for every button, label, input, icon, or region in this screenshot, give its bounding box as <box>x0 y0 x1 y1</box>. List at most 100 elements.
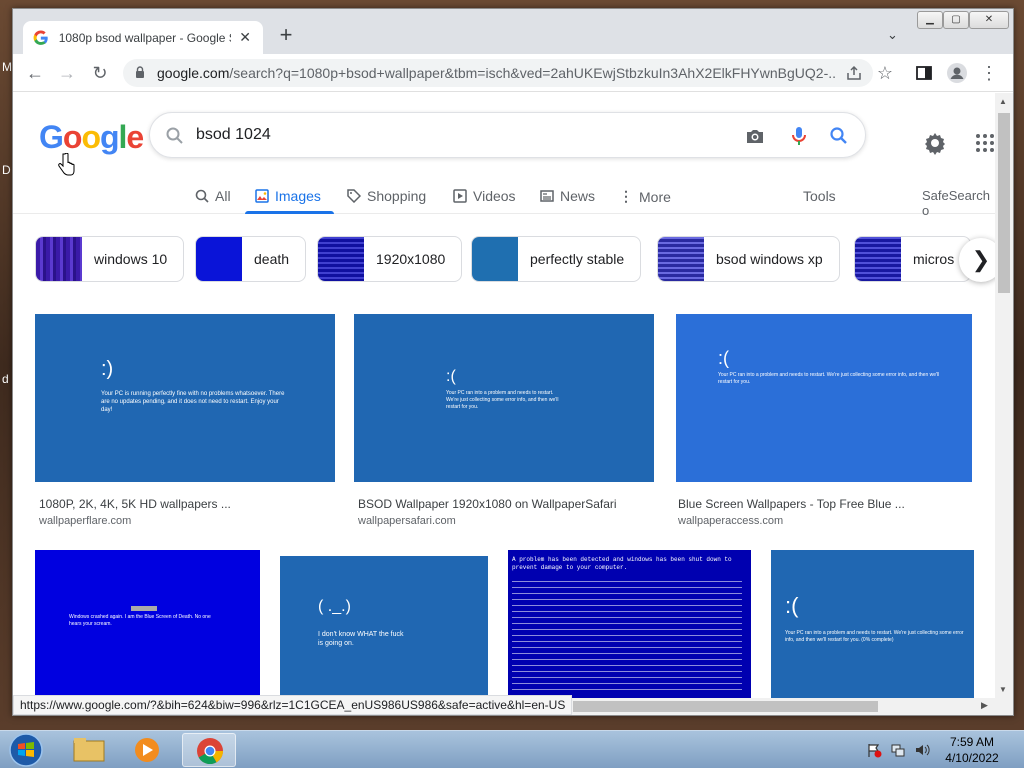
desktop-icon-label[interactable]: D <box>2 163 11 177</box>
vertical-scrollbar[interactable]: ▲ ▼ <box>995 93 1013 698</box>
lock-icon[interactable] <box>135 66 145 78</box>
desktop-icon-label[interactable]: d <box>2 372 9 386</box>
tab-images[interactable]: Images <box>255 188 321 204</box>
back-arrow-icon[interactable]: ← <box>23 61 47 85</box>
settings-gear-icon[interactable] <box>923 131 947 155</box>
play-icon <box>453 189 467 203</box>
tab-all[interactable]: All <box>195 188 231 204</box>
bsod-message: A problem has been detected and windows … <box>512 556 732 571</box>
more-icon: ⋮ <box>619 188 633 204</box>
side-panel-icon[interactable] <box>916 66 932 80</box>
active-tab-indicator <box>245 211 334 214</box>
result-source[interactable]: wallpaperflare.com <box>39 515 131 527</box>
scrollbar-thumb[interactable] <box>573 701 878 712</box>
bookmark-star-icon[interactable]: ☆ <box>873 61 897 85</box>
result-source[interactable]: wallpaperaccess.com <box>678 515 783 527</box>
share-icon[interactable] <box>846 65 862 81</box>
new-tab-icon[interactable]: + <box>275 24 297 47</box>
tab-search-chevron-icon[interactable]: ⌄ <box>887 27 903 43</box>
chip-label: perfectly stable <box>530 251 625 267</box>
chip-death[interactable]: death <box>195 236 307 282</box>
chip-perfectly-stable[interactable]: perfectly stable <box>471 236 642 282</box>
tab-more[interactable]: ⋮ More <box>619 188 671 205</box>
chip-thumbnail <box>658 237 704 281</box>
tools-button[interactable]: Tools <box>803 188 836 204</box>
image-result[interactable]: :( Your PC ran into a problem and needs … <box>354 314 654 534</box>
tab-shopping[interactable]: Shopping <box>347 188 426 204</box>
image-result[interactable]: ( ._.) I don't know WHAT the fuck is goi… <box>280 556 488 698</box>
camera-icon[interactable] <box>744 125 766 147</box>
bsod-header-bar <box>131 606 157 611</box>
tab-strip: 1080p bsod wallpaper - Google S ✕ + ⌄ ▁ … <box>13 9 1013 54</box>
minimize-button[interactable]: ▁ <box>917 11 943 29</box>
result-title[interactable]: 1080P, 2K, 4K, 5K HD wallpapers ... <box>39 497 231 511</box>
maximize-button[interactable]: ▢ <box>943 11 969 29</box>
image-result[interactable]: :) Your PC is running perfectly fine wit… <box>35 314 335 534</box>
windows-start-icon[interactable] <box>4 731 48 768</box>
forward-arrow-icon[interactable]: → <box>55 61 79 85</box>
chip-thumbnail <box>196 237 242 281</box>
chip-1920x1080[interactable]: 1920x1080 <box>317 236 463 282</box>
volume-icon[interactable] <box>914 742 930 758</box>
result-thumbnail[interactable]: Windows crashed again. I am the Blue Scr… <box>35 550 260 698</box>
logo-letter: o <box>81 119 101 155</box>
scroll-up-arrow-icon[interactable]: ▲ <box>999 97 1007 106</box>
image-result[interactable]: :( Your PC ran into a problem and needs … <box>771 550 974 698</box>
scrollbar-thumb[interactable] <box>998 113 1010 293</box>
media-player-task[interactable] <box>120 733 174 767</box>
file-explorer-task[interactable] <box>62 733 116 767</box>
result-source[interactable]: wallpapersafari.com <box>358 515 456 527</box>
search-submit-icon[interactable] <box>828 125 850 147</box>
action-center-flag-icon[interactable] <box>866 742 882 758</box>
chevron-right-icon[interactable]: ❯ <box>959 238 995 282</box>
system-clock[interactable]: 7:59 AM 4/10/2022 <box>940 734 1004 766</box>
result-thumbnail[interactable]: :( Your PC ran into a problem and needs … <box>354 314 654 482</box>
chip-windows-10[interactable]: windows 10 <box>35 236 185 282</box>
scroll-right-arrow-icon[interactable]: ▶ <box>981 700 988 711</box>
search-icon[interactable] <box>164 125 186 147</box>
result-thumbnail[interactable]: :) Your PC is running perfectly fine wit… <box>35 314 335 482</box>
close-tab-icon[interactable]: ✕ <box>237 29 253 46</box>
scroll-down-arrow-icon[interactable]: ▼ <box>999 685 1007 694</box>
search-input[interactable]: bsod 1024 <box>196 126 271 144</box>
chrome-task[interactable] <box>182 733 236 767</box>
chip-bsod-windows-xp[interactable]: bsod windows xp <box>657 236 840 282</box>
result-thumbnail[interactable]: :( Your PC ran into a problem and needs … <box>771 550 974 698</box>
result-thumbnail[interactable]: A problem has been detected and windows … <box>508 550 751 698</box>
desktop-icon-label[interactable]: M <box>2 60 12 74</box>
tab-label: News <box>560 188 596 204</box>
google-apps-grid-icon[interactable] <box>975 133 995 153</box>
folder-icon <box>73 738 105 762</box>
bsod-message: Your PC ran into a problem and needs to … <box>446 390 559 410</box>
address-bar[interactable]: google.com/search?q=1080p+bsod+wallpaper… <box>123 59 873 87</box>
profile-avatar-icon[interactable] <box>946 62 968 84</box>
image-result[interactable]: Windows crashed again. I am the Blue Scr… <box>35 550 260 698</box>
bsod-message: Your PC ran into a problem and needs to … <box>718 372 940 385</box>
chip-thumbnail <box>36 237 82 281</box>
reload-icon[interactable]: ↻ <box>88 61 112 85</box>
search-box[interactable]: bsod 1024 <box>149 112 866 158</box>
tab-videos[interactable]: Videos <box>453 188 516 204</box>
close-window-button[interactable]: ✕ <box>969 11 1009 29</box>
image-result[interactable]: A problem has been detected and windows … <box>508 550 751 698</box>
chrome-icon <box>197 738 224 765</box>
chip-label: death <box>254 251 290 267</box>
result-thumbnail[interactable]: ( ._.) I don't know WHAT the fuck is goi… <box>280 556 488 698</box>
chrome-menu-icon[interactable]: ⋮ <box>977 61 1001 85</box>
result-title[interactable]: BSOD Wallpaper 1920x1080 on WallpaperSaf… <box>358 497 617 511</box>
result-title[interactable]: Blue Screen Wallpapers - Top Free Blue .… <box>678 497 905 511</box>
google-logo[interactable]: Google <box>39 119 144 156</box>
tab-news[interactable]: News <box>540 188 595 204</box>
image-result[interactable]: :( Your PC ran into a problem and needs … <box>676 314 972 534</box>
microphone-icon[interactable] <box>788 125 810 147</box>
safesearch-button[interactable]: SafeSearch o <box>922 188 995 218</box>
bsod-face: :( <box>718 348 729 368</box>
network-icon[interactable] <box>890 742 906 758</box>
result-thumbnail[interactable]: :( Your PC ran into a problem and needs … <box>676 314 972 482</box>
chip-microsoft[interactable]: micros <box>854 236 972 282</box>
browser-tab[interactable]: 1080p bsod wallpaper - Google S ✕ <box>23 21 263 54</box>
logo-letter: e <box>126 119 144 155</box>
link-status-bar: https://www.google.com/?&bih=624&biw=996… <box>13 695 573 715</box>
url-text[interactable]: google.com/search?q=1080p+bsod+wallpaper… <box>157 65 837 81</box>
taskbar: 7:59 AM 4/10/2022 <box>0 730 1024 768</box>
